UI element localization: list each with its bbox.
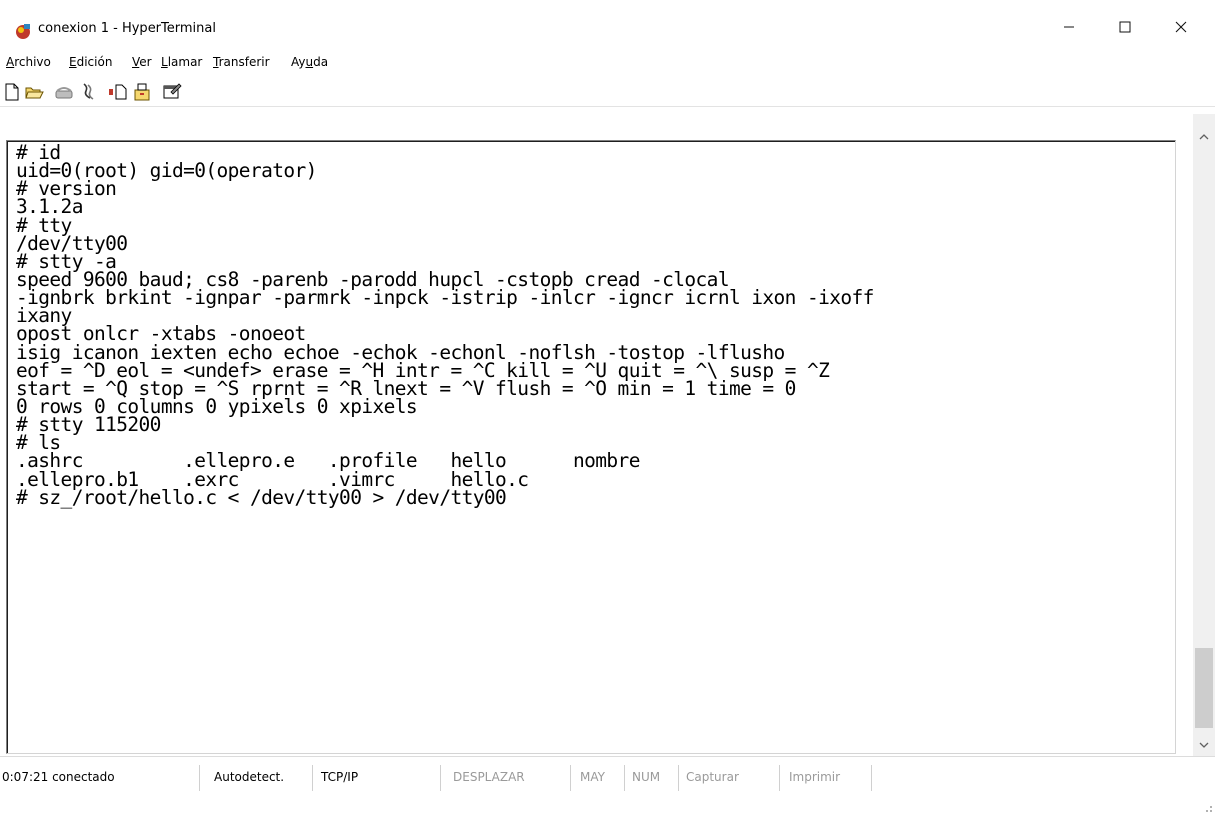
status-scroll-lock: DESPLAZAR <box>453 770 525 784</box>
status-connection-time: 0:07:21 conectado <box>2 770 115 784</box>
status-divider <box>312 765 313 791</box>
title-bar: conexion 1 - HyperTerminal <box>0 0 1215 52</box>
menu-ayuda[interactable]: Ayuda <box>291 55 328 69</box>
terminal-line: # sz_/root/hello.c < /dev/tty00 > /dev/t… <box>16 485 507 509</box>
hyperterminal-icon <box>16 24 30 39</box>
terminal-output[interactable]: # id uid=0(root) gid=0(operator) # version… <box>16 144 1176 744</box>
terminal-line: /dev/tty00 <box>16 231 128 255</box>
new-connection-icon[interactable] <box>2 82 22 102</box>
menu-edicion-accel: E <box>69 55 77 69</box>
window-title: conexion 1 - HyperTerminal <box>38 21 216 36</box>
scroll-up-button[interactable] <box>1193 126 1215 148</box>
status-bar: 0:07:21 conectado Autodetect. TCP/IP DES… <box>0 756 1215 815</box>
status-protocol: TCP/IP <box>321 770 359 784</box>
receive-icon[interactable] <box>132 82 152 102</box>
open-icon[interactable] <box>24 82 44 102</box>
menu-llamar-accel: L <box>161 55 168 69</box>
maximize-button[interactable] <box>1102 10 1148 44</box>
terminal-area[interactable]: # id uid=0(root) gid=0(operator) # version… <box>0 114 1193 756</box>
terminal-line: # stty 115200 <box>16 413 161 437</box>
status-capture: Capturar <box>686 770 739 784</box>
chevron-down-icon <box>1199 742 1209 748</box>
status-detect: Autodetect. <box>214 770 285 784</box>
scroll-down-button[interactable] <box>1193 734 1215 756</box>
minimize-button[interactable] <box>1046 10 1092 44</box>
terminal-line: 0 rows 0 columns 0 ypixels 0 xpixels <box>16 394 418 418</box>
terminal-line: -ignbrk brkint -ignpar -parmrk -inpck -i… <box>16 286 874 310</box>
close-icon <box>1175 21 1187 33</box>
status-divider <box>678 765 679 791</box>
resize-grip-icon[interactable] <box>1199 799 1213 813</box>
status-num-lock: NUM <box>632 770 661 784</box>
menu-ver[interactable]: Ver <box>132 55 152 69</box>
status-divider <box>570 765 571 791</box>
terminal-line: # version <box>16 177 117 201</box>
chevron-up-icon <box>1199 134 1209 140</box>
call-icon[interactable] <box>54 82 74 102</box>
status-divider <box>440 765 441 791</box>
menu-ayuda-accel: u <box>305 55 314 69</box>
status-divider <box>779 765 780 791</box>
properties-icon[interactable] <box>162 82 182 102</box>
menu-archivo-accel: A <box>6 55 15 69</box>
minimize-icon <box>1064 26 1074 28</box>
close-button[interactable] <box>1158 10 1204 44</box>
send-icon[interactable] <box>108 82 128 102</box>
vertical-scrollbar[interactable] <box>1193 114 1215 756</box>
status-divider <box>871 765 872 791</box>
terminal-line: 3.1.2a <box>16 195 83 219</box>
status-caps-lock: MAY <box>580 770 605 784</box>
status-print: Imprimir <box>789 770 841 784</box>
disconnect-icon[interactable] <box>78 82 98 102</box>
maximize-icon <box>1119 21 1131 33</box>
menu-bar: Archivo Edición Ver Llamar Transferir Ay… <box>0 52 1215 74</box>
menu-archivo[interactable]: Archivo <box>6 55 51 69</box>
menu-llamar[interactable]: Llamar <box>161 55 202 69</box>
terminal-line: # tty <box>16 213 72 237</box>
toolbar <box>0 76 1215 107</box>
menu-edicion[interactable]: Edición <box>69 55 112 69</box>
status-divider <box>199 765 200 791</box>
status-divider <box>624 765 625 791</box>
terminal-line: uid=0(root) gid=0(operator) <box>16 159 317 183</box>
menu-transferir[interactable]: Transferir <box>213 55 270 69</box>
scroll-thumb[interactable] <box>1195 648 1213 728</box>
